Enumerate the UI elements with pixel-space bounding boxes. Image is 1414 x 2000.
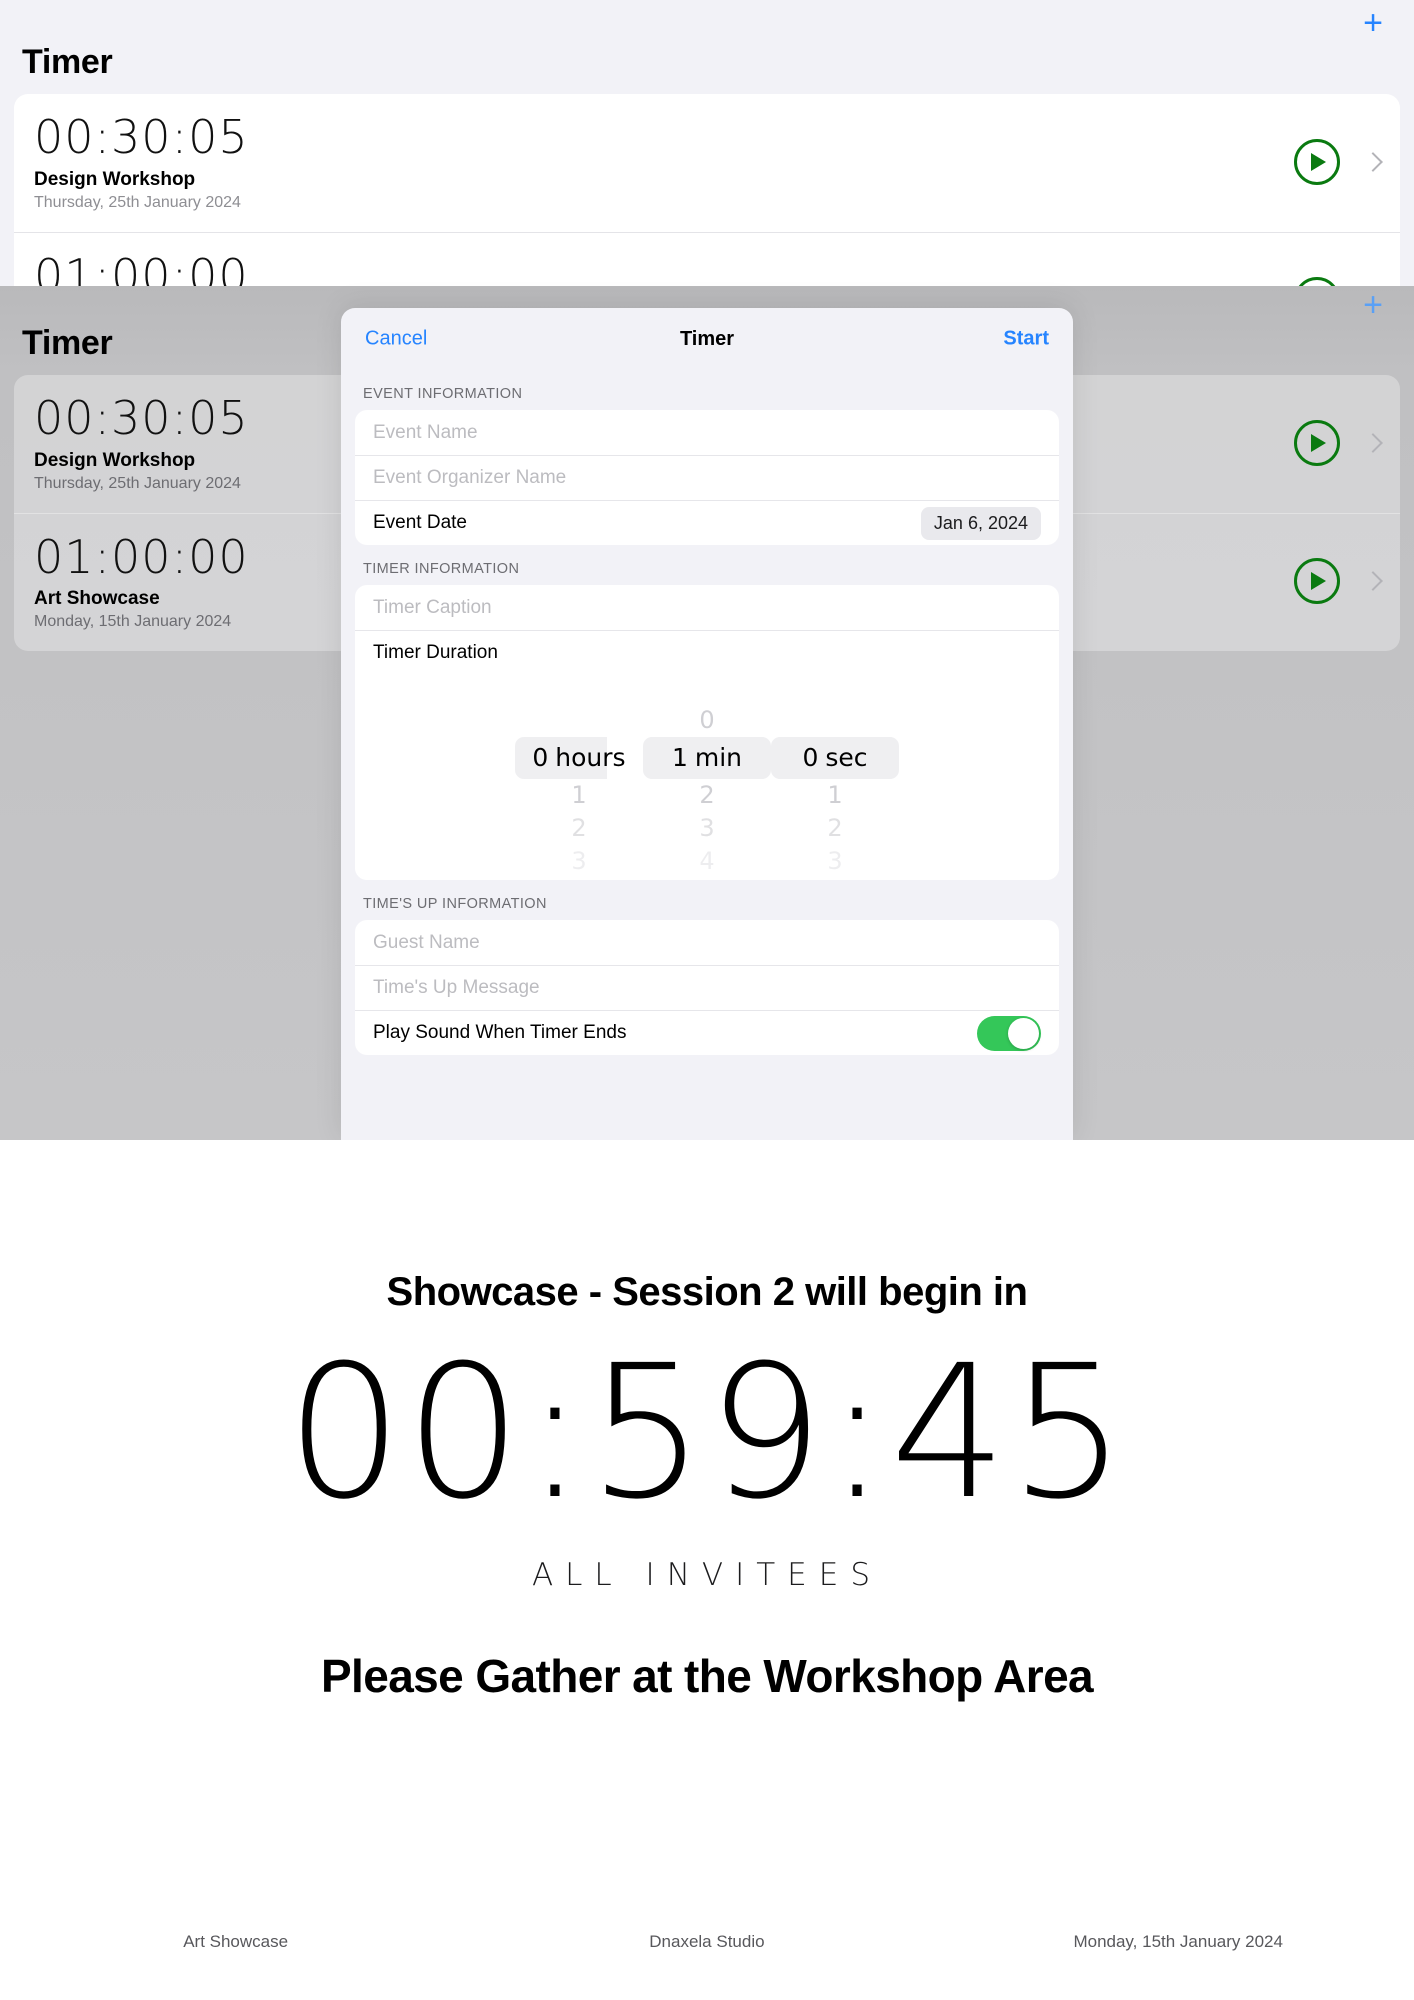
picker-hours-value: 0: [532, 743, 549, 772]
picker-option[interactable]: 3: [515, 845, 643, 878]
countdown-message: Please Gather at the Workshop Area: [320, 1650, 1094, 1702]
row-actions: [1294, 419, 1383, 466]
guest-name-input[interactable]: Guest Name: [355, 920, 1059, 965]
picker-option[interactable]: 1: [515, 779, 643, 812]
picker-option[interactable]: 1: [771, 779, 899, 812]
row-actions: [1294, 558, 1383, 605]
duration-picker-seconds[interactable]: 0 sec 1 2 3: [771, 737, 899, 878]
timer-duration-label: Timer Duration: [355, 630, 1059, 675]
duration-picker-minutes[interactable]: 0 1 min 2 3 4: [643, 706, 771, 878]
event-date-label: Event Date: [373, 512, 467, 533]
event-organizer-input[interactable]: Event Organizer Name: [355, 455, 1059, 500]
timer-list-screen-top: + Timer 00:30:05 Design Workshop Thursda…: [0, 0, 1414, 301]
table-row[interactable]: 00:30:05 Design Workshop Thursday, 25th …: [14, 94, 1400, 232]
chevron-right-icon[interactable]: [1363, 571, 1383, 592]
times-up-information-header: TIME'S UP INFORMATION: [363, 896, 547, 912]
play-sound-label: Play Sound When Timer Ends: [373, 1022, 627, 1043]
picker-seconds-value: 0: [802, 743, 819, 772]
modal-title: Timer: [679, 327, 735, 350]
footer-event-name: Art Showcase: [183, 1932, 289, 1951]
new-timer-modal: Cancel Timer Start EVENT INFORMATION Eve…: [341, 308, 1073, 1140]
picker-minutes-selected[interactable]: 1 min: [643, 737, 771, 779]
picker-minutes-value: 1: [671, 743, 688, 772]
countdown-heading: Showcase - Session 2 will begin in: [386, 1270, 1028, 1314]
event-date-value[interactable]: Jan 6, 2024: [920, 506, 1041, 540]
timer-information-header: TIMER INFORMATION: [363, 561, 520, 577]
timer-event-date: Thursday, 25th January 2024: [34, 193, 241, 211]
cancel-button[interactable]: Cancel: [365, 328, 427, 351]
event-organizer-placeholder: Event Organizer Name: [373, 467, 567, 488]
picker-hours-selected[interactable]: 0 hours: [515, 737, 643, 779]
footer-date: Monday, 15th January 2024: [1073, 1932, 1283, 1951]
event-information-header: EVENT INFORMATION: [363, 386, 523, 402]
page-title-top: Timer: [22, 43, 113, 81]
event-information-group: Event Name Event Organizer Name Event Da…: [355, 410, 1059, 545]
add-timer-icon[interactable]: +: [1356, 6, 1390, 42]
times-up-message-placeholder: Time's Up Message: [373, 977, 540, 998]
picker-option[interactable]: 2: [643, 779, 771, 812]
picker-minutes-unit: min: [694, 743, 743, 772]
event-name-placeholder: Event Name: [373, 421, 478, 443]
picker-option[interactable]: 3: [643, 812, 771, 845]
chevron-right-icon[interactable]: [1363, 151, 1383, 172]
play-sound-toggle[interactable]: [977, 1015, 1041, 1051]
invitees-label: ALL INVITEES: [531, 1557, 883, 1593]
event-date-row[interactable]: Event Date Jan 6, 2024: [355, 500, 1059, 545]
app-root: + Timer 00:30:05 Design Workshop Thursda…: [0, 0, 1414, 2000]
picker-seconds-selected[interactable]: 0 sec: [771, 737, 899, 779]
event-name-input[interactable]: Event Name: [355, 410, 1059, 455]
picker-option[interactable]: 3: [771, 845, 899, 878]
footer-organizer: Dnaxela Studio: [649, 1932, 765, 1951]
modal-header: Cancel Timer Start: [341, 308, 1073, 370]
add-timer-icon[interactable]: +: [1356, 288, 1390, 324]
start-button[interactable]: Start: [1003, 328, 1049, 351]
picker-hours-unit: hours: [555, 743, 626, 772]
play-icon[interactable]: [1294, 419, 1340, 466]
duration-picker[interactable]: 0 hours 1 2 3 0 1 min 2 3 4 0 sec 1 2 3: [355, 675, 1059, 880]
play-icon[interactable]: [1294, 558, 1340, 605]
picker-option[interactable]: 4: [643, 845, 771, 878]
guest-name-placeholder: Guest Name: [373, 931, 480, 953]
play-sound-row[interactable]: Play Sound When Timer Ends: [355, 1010, 1059, 1055]
timer-caption-input[interactable]: Timer Caption: [355, 585, 1059, 630]
duration-picker-hours[interactable]: 0 hours 1 2 3: [515, 737, 643, 878]
timer-card-top: 00:30:05 Design Workshop Thursday, 25th …: [14, 94, 1400, 301]
timer-event-name: Design Workshop: [34, 168, 196, 190]
timer-caption-placeholder: Timer Caption: [373, 596, 492, 618]
timer-duration: 00:30:05: [34, 110, 249, 164]
countdown-footer: Art Showcase Dnaxela Studio Monday, 15th…: [0, 1932, 1414, 1952]
picker-option[interactable]: 2: [515, 812, 643, 845]
countdown-display: 00:59:45: [285, 1326, 1129, 1540]
timer-duration-block: Timer Duration 0 hours 1 2 3 0 1 min 2 3…: [355, 630, 1059, 880]
chevron-right-icon[interactable]: [1363, 432, 1383, 453]
row-actions: [1294, 138, 1383, 185]
picker-option[interactable]: 2: [771, 812, 899, 845]
fullscreen-countdown-screen: Showcase - Session 2 will begin in 00:59…: [0, 1140, 1414, 2000]
timer-information-group: Timer Caption Timer Duration 0 hours 1 2…: [355, 585, 1059, 880]
picker-seconds-unit: sec: [825, 743, 868, 772]
picker-option[interactable]: 0: [643, 704, 771, 737]
times-up-information-group: Guest Name Time's Up Message Play Sound …: [355, 920, 1059, 1055]
play-icon[interactable]: [1294, 138, 1340, 185]
times-up-message-input[interactable]: Time's Up Message: [355, 965, 1059, 1010]
